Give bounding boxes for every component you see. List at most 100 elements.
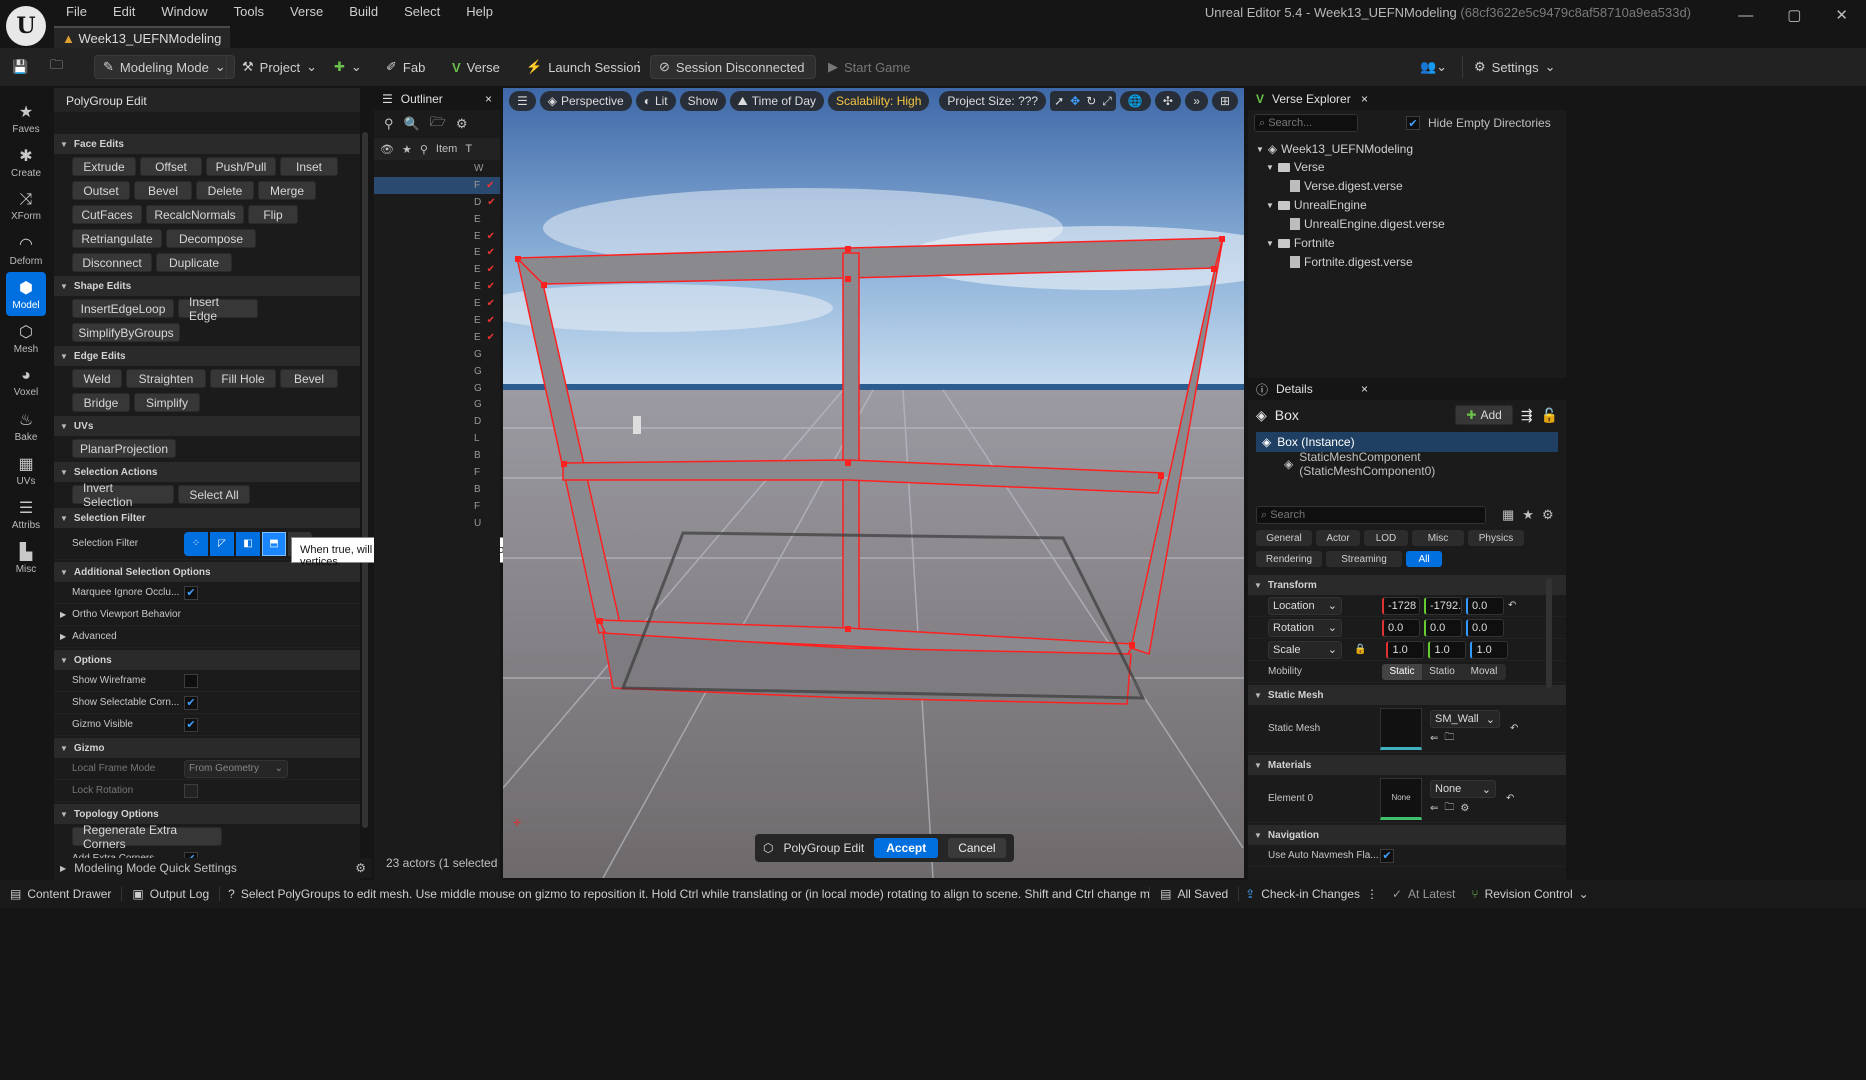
vertex-filter-icon[interactable]: ⁘ [184,531,208,556]
add-content-button[interactable]: ✚ ⌄ [334,56,362,78]
unreal-logo-icon[interactable]: U [6,6,46,46]
category-model[interactable]: ⬢ Model [6,272,46,316]
weld-button[interactable]: Weld [72,369,122,388]
outliner-row[interactable]: W [374,160,500,177]
outliner-row[interactable]: D [374,413,500,430]
column-type[interactable]: T [465,143,472,155]
tree-file[interactable]: UnrealEngine.digest.verse [1256,215,1558,233]
use-selected-icon[interactable]: ⇐ [1430,733,1438,744]
tree-folder[interactable]: ▼ Fortnite [1256,234,1558,252]
location-x[interactable]: -1728 [1382,596,1420,615]
category-misc[interactable]: ▙ Misc [0,536,52,580]
outliner-row[interactable]: F [374,464,500,481]
edge-loop-filter-icon[interactable]: ⬒ [262,531,286,556]
mobility-static[interactable]: Static [1382,663,1422,680]
bevel-button[interactable]: Bevel [134,181,192,200]
all-saved-button[interactable]: ▤ All Saved [1149,887,1238,901]
planar-projection-button[interactable]: PlanarProjection [72,439,176,458]
category-deform[interactable]: ◠ Deform [0,228,52,272]
outliner-row[interactable]: E ✔ [374,228,500,245]
project-tab[interactable]: ▲ Week13_UEFNModeling [54,26,230,48]
rotation-y[interactable]: 0.0 [1424,618,1462,637]
content-drawer-button[interactable]: ▤ Content Drawer [0,887,121,901]
section-edge-edits[interactable]: ▼ Edge Edits [54,346,360,366]
section-navigation[interactable]: ▼ Navigation [1248,825,1566,845]
level-viewport[interactable]: ☰ ◈ Perspective ◐ Lit Show ⛰ Time of Day Sc… [503,88,1244,878]
outliner-row[interactable]: E ✔ [374,329,500,346]
edge-bevel-button[interactable]: Bevel [280,369,338,388]
mesh-thumbnail[interactable] [1380,707,1422,750]
browse-icon[interactable]: 🗀 [1444,800,1454,817]
inset-button[interactable]: Inset [280,157,338,176]
quick-settings-bar[interactable]: ▶ Modeling Mode Quick Settings ⚙ [54,858,372,878]
category-attribs[interactable]: ☰ Attribs [0,492,52,536]
outliner-row[interactable]: L [374,430,500,447]
menu-help[interactable]: Help [466,4,493,19]
outliner-row[interactable]: E [374,211,500,228]
pin-icon[interactable]: ⚲ [420,143,428,156]
retriangulate-button[interactable]: Retriangulate [72,229,162,248]
local-frame-dropdown[interactable]: From Geometry ⌄ [184,759,288,778]
face-filter-icon[interactable]: ◧ [236,531,260,556]
scale-z[interactable]: 1.0 [1470,640,1509,659]
section-static-mesh[interactable]: ▼ Static Mesh [1248,685,1566,705]
rotation-dropdown[interactable]: Rotation ⌄ [1268,618,1342,637]
reset-icon[interactable]: ↶ [1510,723,1518,734]
select-tool-icon[interactable]: ➚ [1054,94,1064,108]
location-z[interactable]: 0.0 [1466,596,1504,615]
tab-physics[interactable]: Physics [1468,530,1524,546]
reset-icon[interactable]: ↶ [1508,600,1516,611]
scalability-button[interactable]: Scalability: High [828,91,930,111]
hide-empty-checkbox[interactable]: ✔ [1406,116,1420,130]
delete-button[interactable]: Delete [196,181,254,200]
select-all-button[interactable]: Select All [178,485,250,504]
category-create[interactable]: ✱ Create [0,140,52,184]
filter-icon[interactable]: ⚲ [384,116,394,132]
category-faves[interactable]: ★ Faves [0,96,52,140]
use-selected-icon[interactable]: ⇐ [1430,803,1438,814]
invert-selection-button[interactable]: Invert Selection [72,481,174,509]
outliner-row[interactable]: B [374,447,500,464]
location-y[interactable]: -1792. [1424,596,1462,615]
browse-icon[interactable]: 🗀 [50,56,63,78]
tab-rendering[interactable]: Rendering [1256,551,1322,567]
section-transform[interactable]: ▼ Transform [1248,575,1566,595]
section-materials[interactable]: ▼ Materials [1248,755,1566,775]
tree-file[interactable]: Fortnite.digest.verse [1256,253,1558,271]
category-voxel[interactable]: ◕ Voxel [0,360,52,404]
section-gizmo[interactable]: ▼ Gizmo [54,738,360,758]
push-pull-button[interactable]: Push/Pull [206,157,276,176]
panel-scrollbar[interactable] [362,132,368,828]
rotation-x[interactable]: 0.0 [1382,618,1420,637]
tree-folder[interactable]: ▼ Verse [1256,158,1558,176]
mesh-picker[interactable]: SM_Wall ⌄ [1430,710,1500,728]
cut-faces-button[interactable]: CutFaces [72,205,142,224]
snap-icon[interactable]: ✣ [1154,91,1181,111]
scale-dropdown[interactable]: Scale ⌄ [1268,640,1342,659]
project-menu[interactable]: ⚒ Project ⌄ [242,56,317,78]
rotation-z[interactable]: 0.0 [1466,618,1504,637]
output-log-button[interactable]: ▣ Output Log [121,887,219,901]
layout-icon[interactable]: ⊞ [1211,91,1238,111]
outliner-row[interactable]: U [374,515,500,532]
outliner-row[interactable]: F ✔ [374,176,500,194]
outliner-row[interactable]: E ✔ [374,278,500,295]
visibility-icon[interactable]: 👁 [380,143,394,156]
browse-icon[interactable]: 🗀 [1444,730,1454,747]
lit-button[interactable]: ◐ Lit [635,91,676,111]
straighten-button[interactable]: Straighten [126,369,206,388]
scale-x[interactable]: 1.0 [1386,640,1425,659]
world-local-icon[interactable]: 🌐 [1119,91,1151,111]
collab-icon[interactable]: 👥⌄ [1420,56,1447,78]
auto-navmesh-checkbox[interactable]: ✔ [1380,848,1394,863]
close-icon[interactable]: × [1361,92,1368,106]
component-row[interactable]: ◈ StaticMeshComponent (StaticMeshComponen… [1256,450,1558,478]
save-icon[interactable]: 💾 [12,56,28,78]
revision-control-button[interactable]: ⑂ Revision Control ⌄ [1463,887,1596,901]
lock-icon[interactable]: 🔓 [1541,407,1558,424]
category-uvs[interactable]: ▦ UVs [0,448,52,492]
add-component-button[interactable]: ✚ Add [1455,405,1513,425]
outset-button[interactable]: Outset [72,181,130,200]
regenerate-corners-button[interactable]: Regenerate Extra Corners [72,823,222,851]
gear-icon[interactable]: ⚙ [355,861,366,875]
